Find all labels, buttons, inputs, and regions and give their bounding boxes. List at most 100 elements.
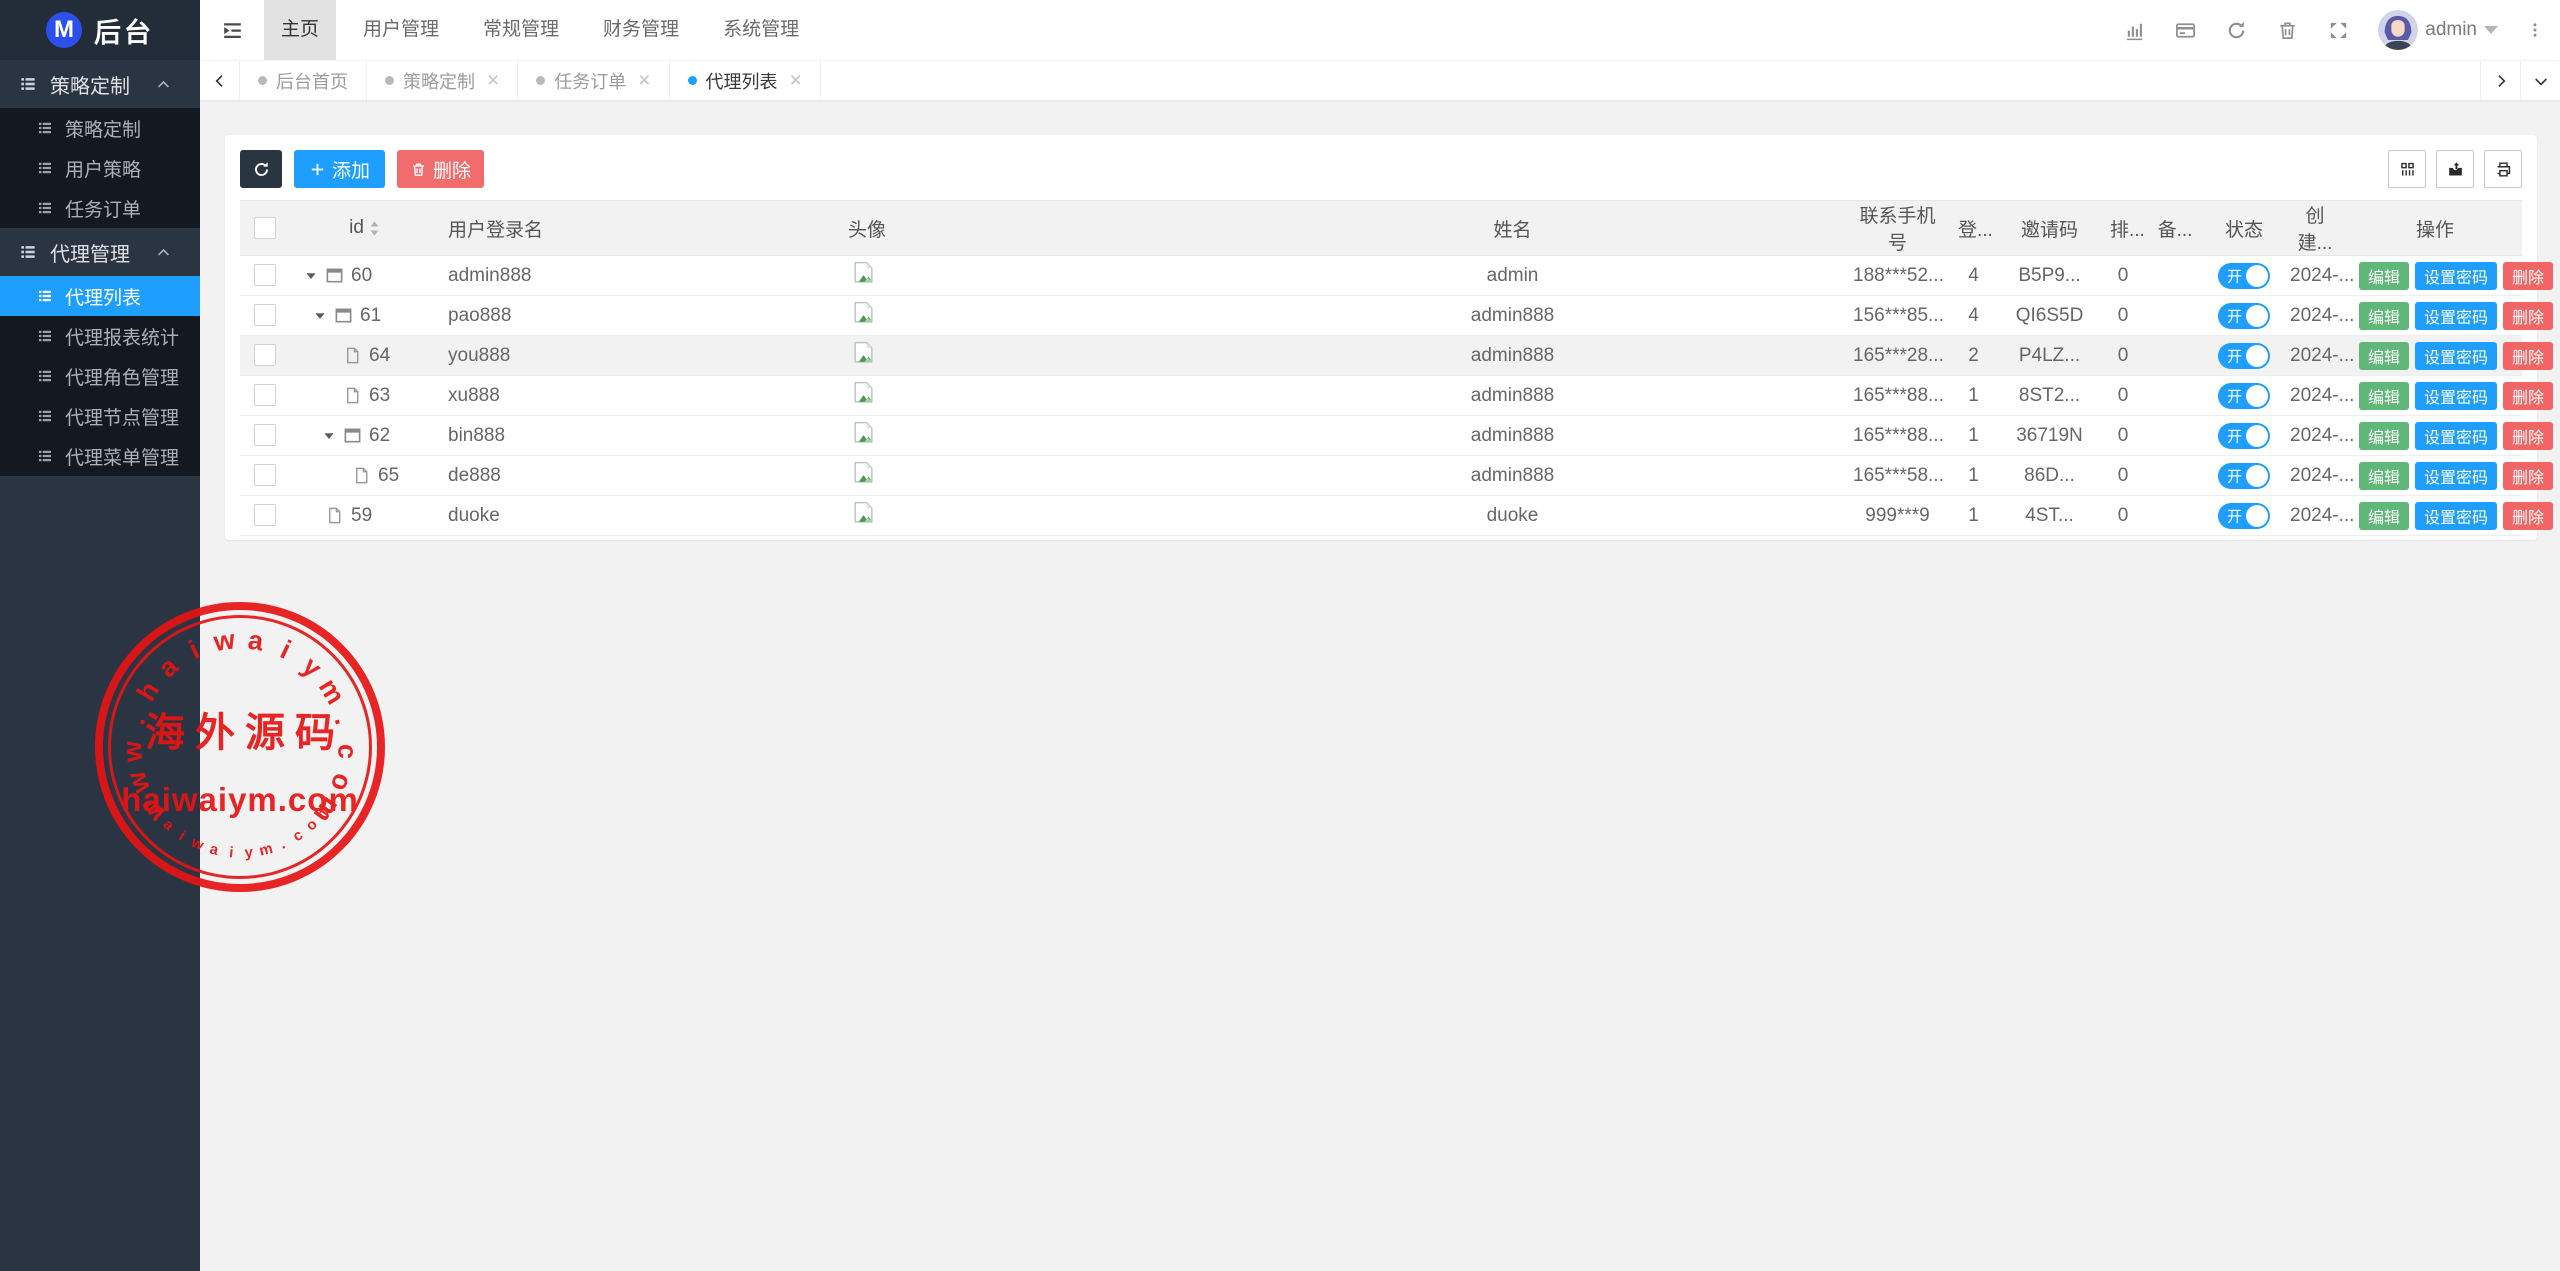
- row-pwd-button[interactable]: 设置密码: [2415, 422, 2497, 450]
- status-toggle[interactable]: 开: [2218, 263, 2270, 289]
- row-edit-button[interactable]: 编辑: [2359, 462, 2409, 490]
- row-del-button[interactable]: 删除: [2503, 382, 2553, 410]
- row-pwd-button[interactable]: 设置密码: [2415, 502, 2497, 530]
- row-del-button[interactable]: 删除: [2503, 342, 2553, 370]
- sidebar-item[interactable]: 用户策略: [0, 148, 200, 188]
- table-row[interactable]: 64 you888 admin888 165***28... 2 P4LZ...…: [240, 336, 2522, 376]
- navbar-right: admin: [2123, 10, 2560, 50]
- fullscreen-icon[interactable]: [2327, 19, 2350, 42]
- row-edit-button[interactable]: 编辑: [2359, 342, 2409, 370]
- status-toggle[interactable]: 开: [2218, 423, 2270, 449]
- column-header-sort[interactable]: 排...: [2102, 201, 2144, 256]
- column-header-avatar[interactable]: 头像: [840, 201, 1180, 256]
- row-edit-button[interactable]: 编辑: [2359, 502, 2409, 530]
- topnav-item[interactable]: 系统管理: [706, 0, 816, 60]
- tree-collapse-icon[interactable]: [304, 269, 318, 283]
- row-checkbox[interactable]: [254, 264, 276, 286]
- tab-close-icon[interactable]: ×: [790, 70, 802, 91]
- column-header-login[interactable]: 用户登录名: [440, 201, 840, 256]
- tabs-menu-button[interactable]: [2520, 61, 2560, 100]
- column-header-id[interactable]: id: [290, 201, 440, 256]
- tab-close-icon[interactable]: ×: [487, 70, 499, 91]
- column-header-name[interactable]: 姓名: [1180, 201, 1845, 256]
- sidebar-item[interactable]: 代理报表统计: [0, 316, 200, 356]
- column-header-logins[interactable]: 登...: [1950, 201, 1997, 256]
- card-icon[interactable]: [2174, 19, 2197, 42]
- sidebar-item[interactable]: 策略定制: [0, 108, 200, 148]
- export-button[interactable]: [2436, 150, 2474, 188]
- tab[interactable]: 代理列表 ×: [670, 61, 821, 100]
- table-row[interactable]: 63 xu888 admin888 165***88... 1 8ST2... …: [240, 376, 2522, 416]
- status-toggle[interactable]: 开: [2218, 503, 2270, 529]
- table-row[interactable]: 62 bin888 admin888 165***88... 1 36719N …: [240, 416, 2522, 456]
- column-header-status[interactable]: 状态: [2206, 201, 2282, 256]
- status-toggle[interactable]: 开: [2218, 343, 2270, 369]
- row-checkbox[interactable]: [254, 304, 276, 326]
- row-checkbox[interactable]: [254, 384, 276, 406]
- sidebar-section[interactable]: 策略定制: [0, 60, 200, 108]
- user-menu[interactable]: admin: [2378, 10, 2498, 50]
- row-del-button[interactable]: 删除: [2503, 502, 2553, 530]
- collapse-sidebar-button[interactable]: [200, 0, 264, 60]
- more-menu-icon[interactable]: [2526, 19, 2544, 41]
- row-pwd-button[interactable]: 设置密码: [2415, 462, 2497, 490]
- filter-columns-button[interactable]: [2388, 150, 2426, 188]
- trash-icon[interactable]: [2276, 19, 2299, 42]
- tab[interactable]: 任务订单 ×: [518, 61, 669, 100]
- row-checkbox[interactable]: [254, 464, 276, 486]
- row-del-button[interactable]: 删除: [2503, 462, 2553, 490]
- table-row[interactable]: 61 pao888 admin888 156***85... 4 QI6S5D …: [240, 296, 2522, 336]
- status-toggle[interactable]: 开: [2218, 303, 2270, 329]
- refresh-icon[interactable]: [2225, 19, 2248, 42]
- tabs-scroll-right-button[interactable]: [2480, 61, 2520, 100]
- row-edit-button[interactable]: 编辑: [2359, 262, 2409, 290]
- topnav-item[interactable]: 主页: [264, 0, 336, 60]
- topnav-item[interactable]: 用户管理: [346, 0, 456, 60]
- table-row[interactable]: 59 duoke duoke 999***9 1 4ST... 0 开 2024…: [240, 496, 2522, 536]
- row-checkbox[interactable]: [254, 424, 276, 446]
- table-row[interactable]: 65 de888 admin888 165***58... 1 86D... 0…: [240, 456, 2522, 496]
- sidebar-item[interactable]: 代理菜单管理: [0, 436, 200, 476]
- bar-chart-icon[interactable]: [2123, 19, 2146, 42]
- sort-icon[interactable]: [368, 220, 381, 237]
- row-edit-button[interactable]: 编辑: [2359, 422, 2409, 450]
- sidebar-item[interactable]: 代理列表: [0, 276, 200, 316]
- column-header-invite[interactable]: 邀请码: [1997, 201, 2102, 256]
- delete-button[interactable]: 删除: [397, 150, 484, 188]
- tree-collapse-icon[interactable]: [322, 429, 336, 443]
- row-pwd-button[interactable]: 设置密码: [2415, 262, 2497, 290]
- column-header-phone[interactable]: 联系手机号: [1845, 201, 1950, 256]
- select-all-checkbox[interactable]: [254, 217, 276, 239]
- status-toggle[interactable]: 开: [2218, 383, 2270, 409]
- row-edit-button[interactable]: 编辑: [2359, 382, 2409, 410]
- tree-collapse-icon[interactable]: [313, 309, 327, 323]
- table-row[interactable]: 60 admin888 admin 188***52... 4 B5P9... …: [240, 256, 2522, 296]
- row-pwd-button[interactable]: 设置密码: [2415, 382, 2497, 410]
- tabs-scroll-left-button[interactable]: [200, 61, 240, 100]
- row-del-button[interactable]: 删除: [2503, 262, 2553, 290]
- sidebar-item[interactable]: 代理节点管理: [0, 396, 200, 436]
- column-header-remark[interactable]: 备...: [2144, 201, 2206, 256]
- add-button[interactable]: 添加: [294, 150, 385, 188]
- sidebar-item[interactable]: 代理角色管理: [0, 356, 200, 396]
- row-del-button[interactable]: 删除: [2503, 302, 2553, 330]
- tab-close-icon[interactable]: ×: [638, 70, 650, 91]
- sidebar-section[interactable]: 代理管理: [0, 228, 200, 276]
- row-pwd-button[interactable]: 设置密码: [2415, 342, 2497, 370]
- print-button[interactable]: [2484, 150, 2522, 188]
- row-edit-button[interactable]: 编辑: [2359, 302, 2409, 330]
- sidebar-item[interactable]: 任务订单: [0, 188, 200, 228]
- topnav-item[interactable]: 财务管理: [586, 0, 696, 60]
- column-header-actions[interactable]: 操作: [2348, 201, 2522, 256]
- column-header-checkbox[interactable]: [240, 201, 290, 256]
- row-del-button[interactable]: 删除: [2503, 422, 2553, 450]
- row-checkbox[interactable]: [254, 504, 276, 526]
- row-checkbox[interactable]: [254, 344, 276, 366]
- tab[interactable]: 策略定制 ×: [367, 61, 518, 100]
- status-toggle[interactable]: 开: [2218, 463, 2270, 489]
- topnav-item[interactable]: 常规管理: [466, 0, 576, 60]
- row-pwd-button[interactable]: 设置密码: [2415, 302, 2497, 330]
- column-header-created[interactable]: 创建...: [2282, 201, 2348, 256]
- refresh-button[interactable]: [240, 150, 282, 188]
- tab[interactable]: 后台首页: [240, 61, 367, 100]
